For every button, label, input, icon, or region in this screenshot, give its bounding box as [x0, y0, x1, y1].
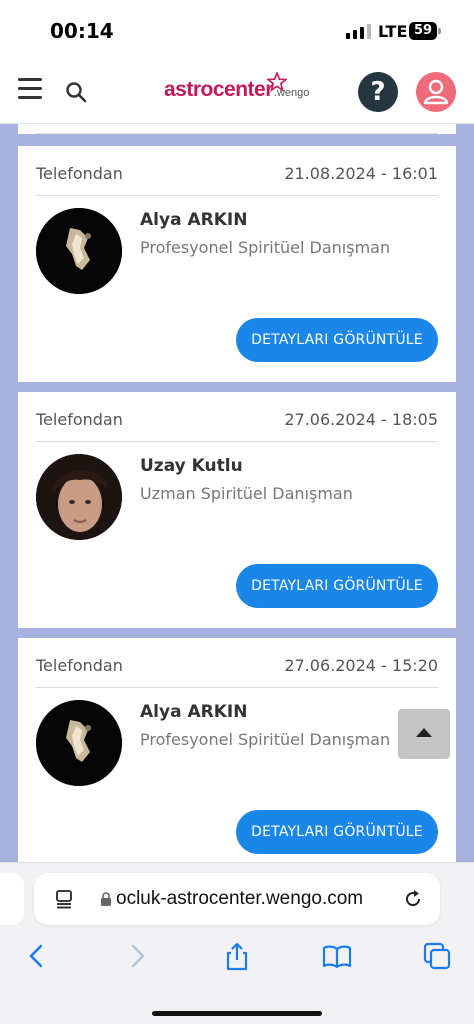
consultation-datetime: 27.06.2024 - 18:05	[284, 410, 438, 429]
lock-icon	[101, 892, 111, 906]
consultation-datetime: 21.08.2024 - 16:01	[284, 164, 438, 183]
status-time: 00:14	[50, 19, 114, 43]
scroll-top-icon[interactable]	[398, 709, 450, 759]
home-indicator	[152, 1011, 322, 1016]
search-icon[interactable]	[64, 80, 88, 104]
reader-icon[interactable]	[54, 889, 74, 909]
view-details-button[interactable]: DETAYLARI GÖRÜNTÜLE	[236, 564, 438, 608]
advisor-title: Profesyonel Spiritüel Danışman	[140, 238, 391, 257]
consultation-type: Telefondan	[36, 410, 123, 429]
previous-tab-preview[interactable]	[0, 873, 24, 925]
consultation-type: Telefondan	[36, 164, 123, 183]
star-icon	[267, 72, 287, 92]
address-bar[interactable]: ocluk-astrocenter.wengo.com	[34, 873, 440, 925]
url-text[interactable]: ocluk-astrocenter.wengo.com	[116, 888, 398, 910]
site-header: astrocenter .wengo ?	[0, 60, 474, 124]
view-details-button[interactable]: DETAYLARI GÖRÜNTÜLE	[236, 318, 438, 362]
hamburger-icon[interactable]	[18, 78, 42, 100]
share-icon[interactable]	[222, 941, 252, 971]
back-icon[interactable]	[22, 941, 52, 971]
battery-icon: 59	[409, 22, 441, 40]
status-bar: 00:14 LTE 59	[0, 0, 474, 60]
consultation-card: Telefondan 27.06.2024 - 15:20 Alya ARKIN…	[18, 638, 456, 864]
astrocenter-logo[interactable]: astrocenter .wengo	[164, 72, 309, 108]
user-icon[interactable]	[416, 72, 456, 112]
reload-icon[interactable]	[402, 888, 424, 910]
advisor-avatar[interactable]	[36, 208, 122, 294]
view-details-button[interactable]: DETAYLARI GÖRÜNTÜLE	[236, 810, 438, 854]
advisor-avatar[interactable]	[36, 700, 122, 786]
consultation-datetime: 27.06.2024 - 15:20	[284, 656, 438, 675]
consultation-card: Telefondan 27.06.2024 - 18:05 Uzay Kutlu…	[18, 392, 456, 628]
consultation-card: Telefondan 21.08.2024 - 16:01 Alya ARKIN…	[18, 146, 456, 382]
tabs-icon[interactable]	[422, 941, 452, 971]
signal-icon	[346, 24, 371, 39]
advisor-name[interactable]: Uzay Kutlu	[140, 456, 243, 476]
advisor-avatar[interactable]	[36, 454, 122, 540]
forward-icon[interactable]	[122, 941, 152, 971]
browser-toolbar: ocluk-astrocenter.wengo.com	[0, 862, 474, 1024]
bookmarks-icon[interactable]	[322, 941, 352, 971]
card-header: Telefondan 21.08.2024 - 16:01	[36, 164, 438, 196]
advisor-name[interactable]: Alya ARKIN	[140, 702, 247, 722]
network-label: LTE	[378, 22, 408, 41]
advisor-name[interactable]: Alya ARKIN	[140, 210, 247, 230]
card-header: Telefondan 27.06.2024 - 18:05	[36, 410, 438, 442]
logo-main-text: astrocenter	[164, 78, 273, 101]
advisor-title: Profesyonel Spiritüel Danışman	[140, 730, 391, 749]
previous-card-edge	[18, 124, 456, 134]
card-header: Telefondan 27.06.2024 - 15:20	[36, 656, 438, 688]
help-icon[interactable]: ?	[358, 72, 398, 112]
consultation-type: Telefondan	[36, 656, 123, 675]
advisor-title: Uzman Spiritüel Danışman	[140, 484, 353, 503]
battery-level: 59	[413, 23, 433, 38]
browser-nav	[0, 941, 474, 981]
